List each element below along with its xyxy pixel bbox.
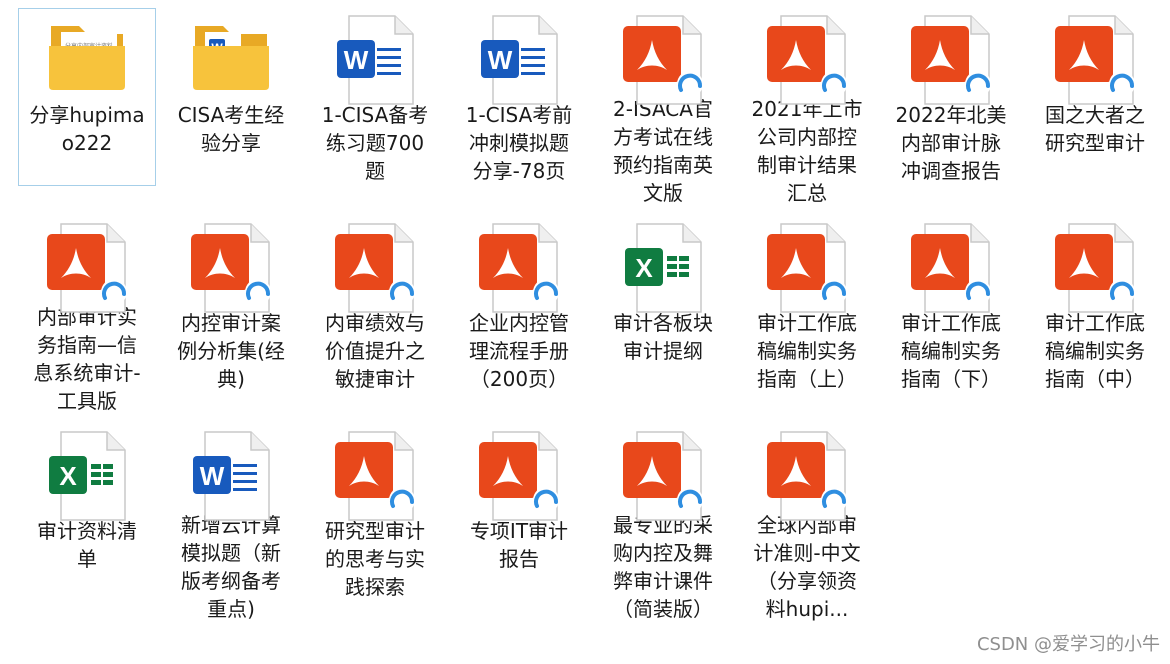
word-file-icon: W — [325, 12, 425, 105]
file-item-label: 企业内控管理流程手册（200页） — [469, 311, 569, 391]
pdf-file-icon — [613, 428, 713, 521]
file-item[interactable]: 2021年上市公司内部控制审计结果汇总 — [738, 8, 876, 208]
folder-word-icon: W — [181, 12, 281, 98]
file-item-label: 新增云计算模拟题（新版考纲备考重点) — [181, 513, 281, 621]
pdf-file-icon — [1045, 12, 1145, 105]
file-item-label: 1-CISA考前冲刺模拟题分享-78页 — [465, 103, 573, 183]
pdf-file-icon — [757, 12, 857, 105]
file-grid: 分享内部审计资料分享hupimao222WCISA考生经验分享W1-CISA备考… — [15, 8, 1167, 632]
file-item-label: CISA考生经验分享 — [177, 103, 285, 155]
file-item-label: 最专业的采购内控及舞弊审计课件（简装版） — [613, 513, 713, 621]
file-item-label: 审计工作底稿编制实务指南（中） — [1045, 311, 1145, 391]
file-item[interactable]: 审计工作底稿编制实务指南（中） — [1026, 216, 1164, 416]
pdf-file-icon — [325, 428, 425, 521]
pdf-file-icon — [181, 220, 281, 313]
file-item[interactable]: 专项IT审计报告 — [450, 424, 588, 624]
file-item[interactable]: 2022年北美内部审计脉冲调查报告 — [882, 8, 1020, 208]
file-item[interactable]: 研究型审计的思考与实践探索 — [306, 424, 444, 624]
file-item-label: 内控审计案例分析集(经典) — [177, 311, 285, 391]
file-item[interactable]: W 新增云计算模拟题（新版考纲备考重点) — [162, 424, 300, 624]
excel-file-icon: X — [613, 220, 713, 313]
excel-file-icon: X — [37, 428, 137, 521]
pdf-file-icon — [469, 428, 569, 521]
svg-text:X: X — [635, 253, 653, 283]
file-item[interactable]: 企业内控管理流程手册（200页） — [450, 216, 588, 416]
file-item-label: 研究型审计的思考与实践探索 — [325, 519, 425, 599]
file-item[interactable]: WCISA考生经验分享 — [162, 8, 300, 208]
file-item-label: 内部审计实务指南—信息系统审计-工具版 — [33, 305, 141, 413]
pdf-file-icon — [901, 12, 1001, 105]
pdf-file-icon — [1045, 220, 1145, 313]
pdf-file-icon — [757, 428, 857, 521]
pdf-file-icon — [469, 220, 569, 313]
pdf-file-icon — [613, 12, 713, 105]
pdf-file-icon — [37, 220, 137, 313]
file-item-label: 1-CISA备考练习题700题 — [321, 103, 429, 183]
file-item-label: 审计工作底稿编制实务指南（上） — [757, 311, 857, 391]
file-item[interactable]: W 1-CISA考前冲刺模拟题分享-78页 — [450, 8, 588, 208]
file-item-label: 审计工作底稿编制实务指南（下） — [901, 311, 1001, 391]
svg-text:W: W — [344, 45, 369, 75]
pdf-file-icon — [757, 220, 857, 313]
file-item[interactable]: 2-ISACA官方考试在线预约指南英文版 — [594, 8, 732, 208]
file-item-label: 全球内部审计准则-中文（分享领资料hupi... — [753, 513, 861, 621]
file-item-label: 2-ISACA官方考试在线预约指南英文版 — [613, 97, 713, 205]
file-item-label: 2022年北美内部审计脉冲调查报告 — [895, 103, 1007, 183]
svg-text:W: W — [488, 45, 513, 75]
file-item[interactable]: X 审计各板块审计提纲 — [594, 216, 732, 416]
file-item-label: 审计各板块审计提纲 — [613, 311, 713, 363]
file-item-label: 2021年上市公司内部控制审计结果汇总 — [751, 97, 863, 205]
file-item-label: 审计资料清单 — [37, 519, 137, 571]
file-item[interactable]: 内控审计案例分析集(经典) — [162, 216, 300, 416]
pdf-file-icon — [901, 220, 1001, 313]
file-item[interactable]: W 1-CISA备考练习题700题 — [306, 8, 444, 208]
csdn-watermark: CSDN @爱学习的小牛 — [976, 634, 1160, 655]
file-item[interactable]: 内审绩效与价值提升之敏捷审计 — [306, 216, 444, 416]
file-item[interactable]: 审计工作底稿编制实务指南（下） — [882, 216, 1020, 416]
file-item[interactable]: 全球内部审计准则-中文（分享领资料hupi... — [738, 424, 876, 624]
word-file-icon: W — [181, 428, 281, 521]
file-item-label: 国之大者之研究型审计 — [1045, 103, 1145, 155]
file-item[interactable]: 国之大者之研究型审计 — [1026, 8, 1164, 208]
file-item[interactable]: 分享内部审计资料分享hupimao222 — [18, 8, 156, 186]
file-item-label: 分享hupimao222 — [29, 103, 145, 155]
svg-text:W: W — [200, 461, 225, 491]
file-item[interactable]: 最专业的采购内控及舞弊审计课件（简装版） — [594, 424, 732, 624]
file-item-label: 内审绩效与价值提升之敏捷审计 — [325, 311, 425, 391]
svg-text:X: X — [59, 461, 77, 491]
file-item-label: 专项IT审计报告 — [469, 519, 569, 571]
word-file-icon: W — [469, 12, 569, 105]
file-item[interactable]: X 审计资料清单 — [18, 424, 156, 624]
file-item[interactable]: 内部审计实务指南—信息系统审计-工具版 — [18, 216, 156, 416]
file-item[interactable]: 审计工作底稿编制实务指南（上） — [738, 216, 876, 416]
pdf-file-icon — [325, 220, 425, 313]
folder-icon: 分享内部审计资料 — [37, 12, 137, 98]
